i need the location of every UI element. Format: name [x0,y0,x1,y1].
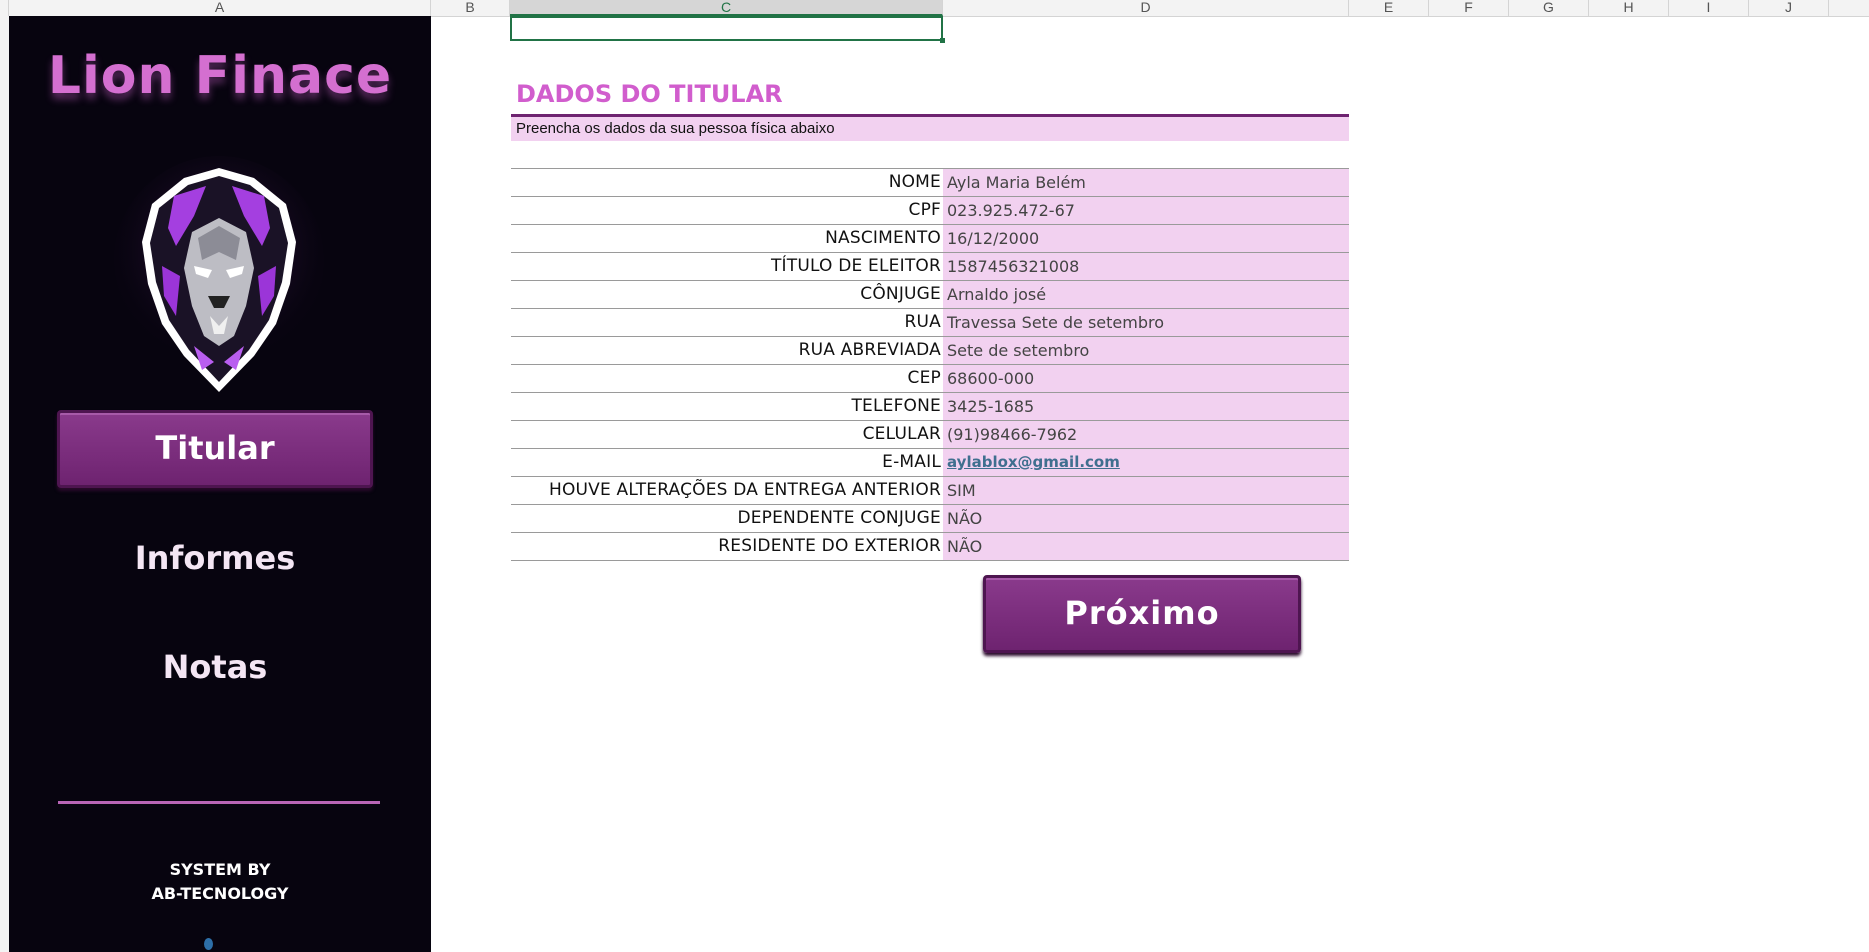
field-label: RESIDENTE DO EXTERIOR [718,536,941,556]
field-value-dependente-conjuge[interactable]: NÃO [943,505,1349,532]
field-value-rua[interactable]: Travessa Sete de setembro [943,309,1349,336]
selected-cell-c1[interactable] [510,16,945,43]
field-row-dependente-conjuge: DEPENDENTE CONJUGE NÃO [511,504,1349,532]
field-value-telefone[interactable]: 3425-1685 [943,393,1349,420]
next-button[interactable]: Próximo [983,575,1301,653]
column-header-d[interactable]: D [943,0,1349,16]
system-by-label: SYSTEM BY [169,860,271,879]
column-header-i[interactable]: I [1669,0,1749,16]
status-dot-icon [204,938,213,950]
field-label: CÔNJUGE [860,284,941,304]
field-value-rua-abreviada[interactable]: Sete de setembro [943,337,1349,364]
field-row-residente-exterior: RESIDENTE DO EXTERIOR NÃO [511,532,1349,561]
field-row-cep: CEP 68600-000 [511,364,1349,392]
system-credits: SYSTEM BY AB-TECNOLOGY [9,858,431,906]
form-title: DADOS DO TITULAR [516,80,783,108]
system-by-company: AB-TECNOLOGY [151,884,289,903]
field-label: CPF [908,200,941,220]
column-header-c[interactable]: C [510,0,943,16]
field-value-titulo-eleitor[interactable]: 1587456321008 [943,253,1349,280]
field-row-alteracoes: HOUVE ALTERAÇÕES DA ENTREGA ANTERIOR SIM [511,476,1349,504]
brand-title: Lion Finace [47,46,393,106]
field-row-cpf: CPF 023.925.472-67 [511,196,1349,224]
field-row-rua-abreviada: RUA ABREVIADA Sete de setembro [511,336,1349,364]
field-row-titulo-eleitor: TÍTULO DE ELEITOR 1587456321008 [511,252,1349,280]
nav-button-titular[interactable]: Titular [57,410,373,488]
field-label: DEPENDENTE CONJUGE [737,508,941,528]
field-row-email: E-MAIL aylablox@gmail.com [511,448,1349,476]
field-label: HOUVE ALTERAÇÕES DA ENTREGA ANTERIOR [548,480,941,500]
sidebar: Lion Finace Titular Informes Notas SYSTE… [9,16,431,952]
field-value-cep[interactable]: 68600-000 [943,365,1349,392]
field-label: RUA ABREVIADA [798,340,941,360]
nav-button-notas[interactable]: Notas [57,628,373,706]
column-header-k[interactable] [1829,0,1869,16]
titular-fields-table: NOME Ayla Maria Belém CPF 023.925.472-67… [511,168,1349,561]
field-value-residente-exterior[interactable]: NÃO [943,533,1349,560]
column-header-h[interactable]: H [1589,0,1669,16]
field-label: NOME [888,172,941,192]
column-header-bar: A B C D E F G H I J [0,0,1869,17]
column-header-j[interactable]: J [1749,0,1829,16]
field-value-alteracoes[interactable]: SIM [943,477,1349,504]
field-value-celular[interactable]: (91)98466-7962 [943,421,1349,448]
field-value-nome[interactable]: Ayla Maria Belém [943,169,1349,196]
field-row-rua: RUA Travessa Sete de setembro [511,308,1349,336]
field-label: NASCIMENTO [825,228,941,248]
field-value-conjuge[interactable]: Arnaldo josé [943,281,1349,308]
column-header-f[interactable]: F [1429,0,1509,16]
field-label: CELULAR [862,424,941,444]
column-header-a[interactable]: A [9,0,431,16]
field-row-conjuge: CÔNJUGE Arnaldo josé [511,280,1349,308]
sidebar-divider [58,801,380,804]
column-header-g[interactable]: G [1509,0,1589,16]
field-label: E-MAIL [882,452,941,472]
form-subtitle: Preencha os dados da sua pessoa física a… [511,117,1349,141]
field-row-celular: CELULAR (91)98466-7962 [511,420,1349,448]
field-row-telefone: TELEFONE 3425-1685 [511,392,1349,420]
field-label: TÍTULO DE ELEITOR [770,256,941,276]
column-header-e[interactable]: E [1349,0,1429,16]
select-all-corner[interactable] [0,0,9,16]
field-row-nome: NOME Ayla Maria Belém [511,168,1349,196]
field-label: RUA [904,312,941,332]
nav-button-informes[interactable]: Informes [57,519,373,597]
field-label: CEP [907,368,941,388]
field-label: TELEFONE [851,396,941,416]
lion-logo-icon [114,156,324,392]
field-row-nascimento: NASCIMENTO 16/12/2000 [511,224,1349,252]
field-value-nascimento[interactable]: 16/12/2000 [943,225,1349,252]
column-header-b[interactable]: B [431,0,510,16]
field-value-cpf[interactable]: 023.925.472-67 [943,197,1349,224]
email-link[interactable]: aylablox@gmail.com [943,449,1349,476]
